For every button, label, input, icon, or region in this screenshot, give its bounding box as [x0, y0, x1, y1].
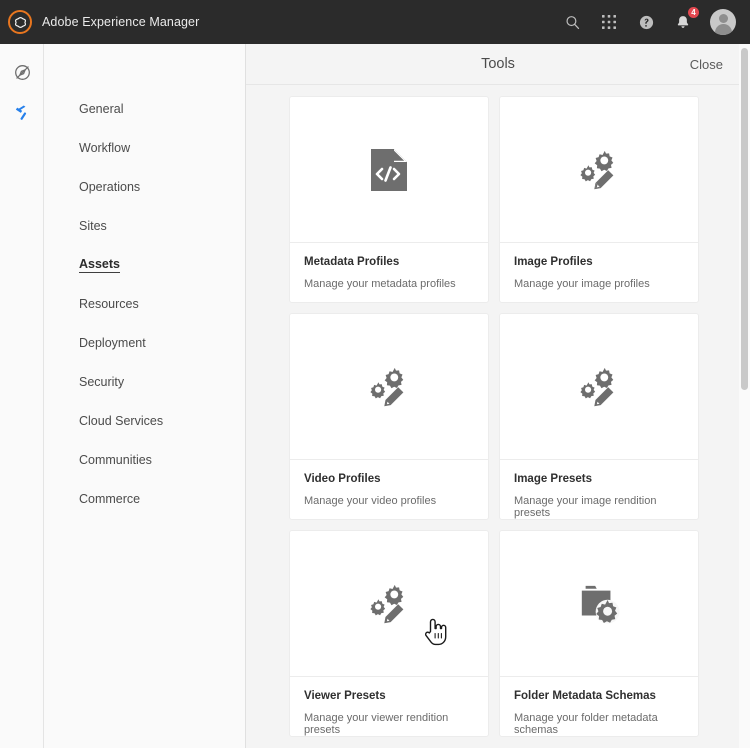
sidebar-item-assets[interactable]: Assets — [44, 245, 245, 284]
sidebar-item-sites[interactable]: Sites — [44, 206, 245, 245]
content-pane: Tools Close — [246, 44, 750, 748]
card-thumbnail — [500, 97, 698, 243]
tool-card-video-profiles[interactable]: Video Profiles Manage your video profile… — [289, 313, 489, 520]
brand[interactable]: Adobe Experience Manager — [8, 10, 199, 34]
card-body: Metadata Profiles Manage your metadata p… — [290, 243, 488, 302]
sidebar-item-label: Commerce — [79, 492, 140, 506]
sidebar-item-deployment[interactable]: Deployment — [44, 323, 245, 362]
card-title: Viewer Presets — [304, 690, 474, 702]
tool-card-viewer-presets[interactable]: Viewer Presets Manage your viewer rendit… — [289, 530, 489, 737]
sidebar-item-label: General — [79, 102, 123, 116]
gears-pencil-icon — [366, 364, 412, 410]
sidebar-item-operations[interactable]: Operations — [44, 167, 245, 206]
card-thumbnail — [500, 314, 698, 460]
card-title: Image Profiles — [514, 256, 684, 268]
sidebar-item-label: Security — [79, 375, 124, 389]
tools-nav-column: General Workflow Operations Sites Assets… — [44, 44, 246, 748]
top-bar: Adobe Experience Manager — [0, 0, 750, 44]
left-rail — [0, 44, 44, 748]
folder-gear-icon — [576, 583, 622, 625]
sidebar-item-label: Workflow — [79, 141, 130, 155]
card-subtitle: Manage your video profiles — [304, 495, 474, 507]
tool-card-folder-metadata-schemas[interactable]: Folder Metadata Schemas Manage your fold… — [499, 530, 699, 737]
sidebar-item-security[interactable]: Security — [44, 362, 245, 401]
card-subtitle: Manage your metadata profiles — [304, 278, 474, 290]
card-title: Video Profiles — [304, 473, 474, 485]
sidebar-item-label: Sites — [79, 219, 107, 233]
notification-badge: 4 — [688, 7, 699, 18]
card-subtitle: Manage your image rendition presets — [514, 495, 684, 519]
gears-pencil-icon — [576, 147, 622, 193]
sidebar-item-label: Assets — [79, 257, 120, 273]
sidebar-item-general[interactable]: General — [44, 89, 245, 128]
content-scrollbar-thumb[interactable] — [741, 48, 748, 390]
card-thumbnail — [290, 314, 488, 460]
search-icon[interactable] — [562, 12, 582, 32]
help-icon[interactable] — [636, 12, 656, 32]
card-title: Folder Metadata Schemas — [514, 690, 684, 702]
sidebar-item-label: Operations — [79, 180, 140, 194]
sidebar-item-cloud-services[interactable]: Cloud Services — [44, 401, 245, 440]
rail-item-navigation[interactable] — [0, 52, 44, 92]
topbar-actions: 4 — [562, 9, 736, 35]
brand-title: Adobe Experience Manager — [42, 15, 199, 29]
close-button[interactable]: Close — [690, 57, 723, 72]
card-body: Video Profiles Manage your video profile… — [290, 460, 488, 519]
cards-scroll-area: Metadata Profiles Manage your metadata p… — [246, 85, 750, 748]
card-thumbnail — [290, 97, 488, 243]
card-thumbnail — [290, 531, 488, 677]
card-thumbnail — [500, 531, 698, 677]
sidebar-item-communities[interactable]: Communities — [44, 440, 245, 479]
page-title: Tools — [246, 56, 750, 72]
card-subtitle: Manage your image profiles — [514, 278, 684, 290]
tools-card-grid: Metadata Profiles Manage your metadata p… — [246, 85, 750, 737]
gears-pencil-icon — [576, 364, 622, 410]
tool-card-image-profiles[interactable]: Image Profiles Manage your image profile… — [499, 96, 699, 303]
file-code-icon — [369, 148, 409, 192]
card-title: Metadata Profiles — [304, 256, 474, 268]
notifications-bell-icon[interactable]: 4 — [673, 12, 693, 32]
sidebar-item-label: Cloud Services — [79, 414, 163, 428]
sidebar-item-label: Deployment — [79, 336, 146, 350]
app-grid-icon[interactable] — [599, 12, 619, 32]
tool-card-metadata-profiles[interactable]: Metadata Profiles Manage your metadata p… — [289, 96, 489, 303]
tool-card-image-presets[interactable]: Image Presets Manage your image renditio… — [499, 313, 699, 520]
hammer-icon — [13, 103, 32, 122]
adobe-experience-manager-logo — [8, 10, 32, 34]
sidebar-item-workflow[interactable]: Workflow — [44, 128, 245, 167]
rail-item-tools[interactable] — [0, 92, 44, 132]
gears-pencil-icon — [366, 581, 412, 627]
sidebar-item-commerce[interactable]: Commerce — [44, 479, 245, 518]
card-subtitle: Manage your viewer rendition presets — [304, 712, 474, 736]
card-title: Image Presets — [514, 473, 684, 485]
sidebar-item-label: Resources — [79, 297, 139, 311]
compass-icon — [13, 63, 32, 82]
sidebar-item-label: Communities — [79, 453, 152, 467]
card-body: Viewer Presets Manage your viewer rendit… — [290, 677, 488, 736]
card-body: Image Presets Manage your image renditio… — [500, 460, 698, 519]
sidebar-item-resources[interactable]: Resources — [44, 284, 245, 323]
card-subtitle: Manage your folder metadata schemas — [514, 712, 684, 736]
content-header: Tools Close — [246, 44, 750, 85]
card-body: Folder Metadata Schemas Manage your fold… — [500, 677, 698, 736]
avatar[interactable] — [710, 9, 736, 35]
card-body: Image Profiles Manage your image profile… — [500, 243, 698, 302]
content-scrollbar-track[interactable] — [739, 44, 750, 748]
